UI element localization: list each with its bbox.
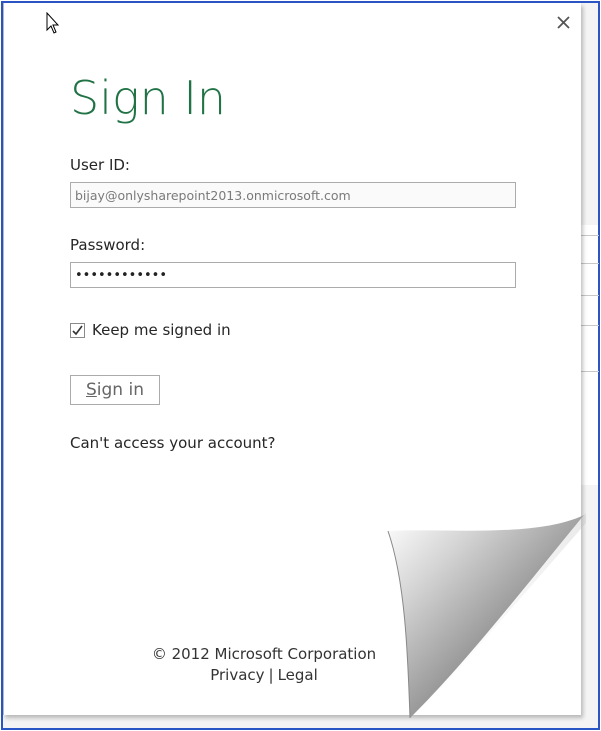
page-title: Sign In xyxy=(70,71,227,125)
mouse-pointer-icon xyxy=(46,12,60,34)
sign-in-mnemonic: S xyxy=(86,380,97,400)
sign-in-dialog: Sign In User ID: Password: Keep me signe… xyxy=(3,3,586,719)
background-gridline xyxy=(579,325,599,326)
background-gridline xyxy=(579,235,599,236)
close-icon xyxy=(557,16,570,29)
background-gridline xyxy=(579,295,599,296)
checkmark-icon xyxy=(72,325,83,335)
sign-in-label: ign in xyxy=(96,380,144,400)
background-gridline xyxy=(579,263,599,264)
footer-links: Privacy | Legal xyxy=(144,665,384,686)
cant-access-account-link[interactable]: Can't access your account? xyxy=(70,434,275,452)
footer-separator: | xyxy=(268,666,274,684)
page-curl-decoration xyxy=(386,513,586,719)
copyright-text: © 2012 Microsoft Corporation xyxy=(151,645,377,663)
keep-signed-in-checkbox[interactable] xyxy=(70,322,85,338)
keep-signed-in-label: Keep me signed in xyxy=(92,321,231,339)
footer: © 2012 Microsoft Corporation Privacy | Leg… xyxy=(144,644,384,686)
privacy-link[interactable]: Privacy xyxy=(210,666,264,684)
password-label: Password: xyxy=(70,236,146,254)
password-input[interactable] xyxy=(70,262,516,288)
userid-input[interactable] xyxy=(70,182,516,208)
sign-in-button[interactable]: Sign in xyxy=(70,375,160,405)
userid-label: User ID: xyxy=(70,156,130,174)
legal-link[interactable]: Legal xyxy=(278,666,318,684)
close-button[interactable] xyxy=(553,12,575,34)
background-gridline xyxy=(579,371,599,372)
keep-signed-in-row[interactable]: Keep me signed in xyxy=(70,321,231,339)
